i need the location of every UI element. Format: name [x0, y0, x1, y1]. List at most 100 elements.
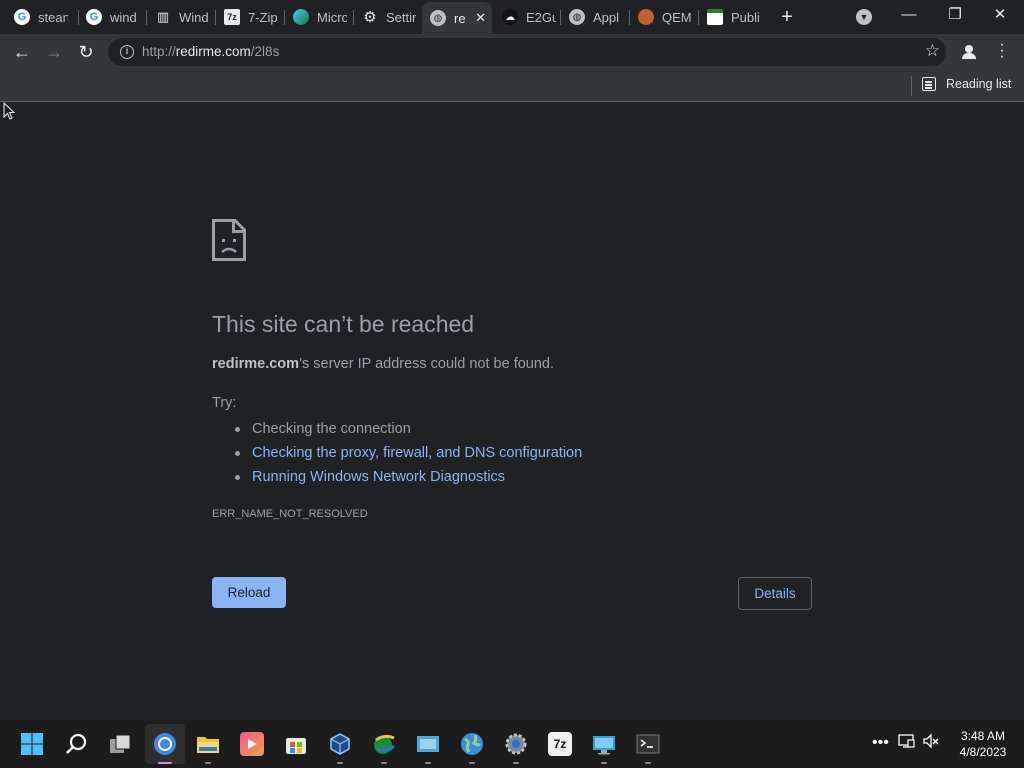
running-indicator	[337, 762, 343, 764]
suggestion-link-proxy[interactable]: Checking the proxy, firewall, and DNS co…	[232, 441, 582, 465]
new-tab-button[interactable]: +	[776, 6, 798, 28]
error-page: This site can’t be reached redirme.com’s…	[0, 103, 1024, 720]
menu-icon[interactable]: · · ·	[994, 37, 1010, 65]
tab-label: QEM	[662, 9, 692, 25]
tab-label: Publi	[731, 9, 760, 25]
details-button[interactable]: Details	[738, 577, 812, 610]
reading-list-icon	[922, 77, 936, 91]
clock-date: 4/8/2023	[959, 745, 1007, 759]
globe-icon: ◍	[569, 9, 585, 25]
mouse-cursor-icon	[3, 102, 15, 120]
tab-public[interactable]: Publi	[699, 4, 765, 30]
system-clock[interactable]: 3:48 AM 4/8/2023	[952, 728, 1014, 760]
reading-list-label: Reading list	[946, 77, 1012, 91]
globe-icon[interactable]	[460, 732, 484, 756]
try-label: Try:	[212, 395, 237, 411]
forward-button[interactable]: →	[42, 40, 66, 64]
running-indicator	[513, 762, 519, 764]
tab-label: 7-Zip	[248, 9, 278, 25]
network-app-icon[interactable]	[372, 732, 396, 756]
reload-icon[interactable]: ↻	[74, 40, 98, 64]
display-icon[interactable]	[898, 732, 916, 753]
error-title: This site can’t be reached	[212, 311, 475, 337]
media-player-icon[interactable]	[240, 732, 264, 756]
restore-icon[interactable]: ❐	[943, 5, 967, 25]
bookmarks-divider	[911, 76, 912, 96]
suggestion-check-connection: Checking the connection	[232, 417, 582, 441]
tab-label: wind	[110, 9, 137, 25]
start-icon[interactable]	[20, 732, 44, 756]
back-button[interactable]: ←	[10, 40, 34, 64]
7zip-icon[interactable]: 7z	[548, 732, 572, 756]
close-window-icon[interactable]: ✕	[988, 5, 1012, 25]
tab-windows-1[interactable]: G wind	[78, 4, 142, 30]
running-indicator	[469, 762, 475, 764]
task-view-icon[interactable]	[108, 732, 132, 756]
file-explorer-icon[interactable]	[196, 732, 220, 756]
tab-label: Wind	[179, 9, 209, 25]
taskbar: 7z ••• 3:48 AM 4/8/2023	[0, 720, 1024, 768]
close-tab-icon[interactable]: ✕	[475, 10, 486, 26]
gear-icon: ⚙	[363, 9, 377, 26]
monitor-app-icon[interactable]	[416, 732, 440, 756]
reload-button[interactable]: Reload	[212, 577, 286, 608]
store-icon[interactable]	[284, 732, 308, 756]
error-host: redirme.com	[212, 356, 300, 372]
bookmarks-bar: Reading list	[0, 70, 1024, 102]
globe-icon: ◍	[430, 10, 446, 26]
tab-label: Settir	[386, 9, 416, 25]
error-code: ERR_NAME_NOT_RESOLVED	[212, 508, 368, 520]
suggestion-list: Checking the connection Checking the pro…	[232, 417, 582, 489]
reading-list-button[interactable]: Reading list	[922, 77, 1011, 91]
suggestion-link-diagnostics[interactable]: Running Windows Network Diagnostics	[232, 465, 582, 489]
tab-active-redirme[interactable]: ◍ re ✕	[422, 2, 492, 34]
google-icon: G	[86, 9, 102, 25]
volume-muted-icon[interactable]	[922, 732, 940, 753]
tab-windows-2[interactable]: ▥ Wind	[147, 4, 211, 30]
active-indicator	[158, 762, 172, 764]
chrome-icon[interactable]	[153, 732, 177, 756]
settings-icon[interactable]	[504, 732, 528, 756]
running-indicator	[601, 762, 607, 764]
url-path: /2l8s	[250, 44, 280, 59]
running-indicator	[205, 762, 211, 764]
search-icon[interactable]	[64, 732, 88, 756]
7zip-icon: 7z	[224, 9, 240, 25]
terminal-icon[interactable]	[636, 732, 660, 756]
tab-e2gu[interactable]: ☁ E2Gu	[494, 4, 558, 30]
minimize-icon[interactable]: —	[897, 5, 921, 25]
tab-label: Micro	[317, 9, 347, 25]
tab-search-icon[interactable]: ▼	[856, 9, 872, 25]
hidden-icons-icon[interactable]: •••	[872, 734, 889, 752]
calendar-icon	[707, 9, 723, 25]
url-host: redirme.com	[175, 44, 251, 59]
profile-icon[interactable]	[958, 41, 980, 63]
tab-label: Appl	[593, 9, 620, 25]
error-desc-suffix: ’s server IP address could not be found.	[299, 356, 555, 372]
bank-icon: ▥	[156, 9, 170, 24]
tab-label: re	[454, 10, 466, 26]
sad-document-icon	[212, 219, 246, 261]
tab-apple[interactable]: ◍ Appl	[561, 4, 627, 30]
tab-settings[interactable]: ⚙ Settir	[354, 4, 420, 30]
tab-microsoft[interactable]: Micro	[285, 4, 351, 30]
edge-icon	[293, 9, 309, 25]
browser-toolbar: ← → ↻ i http://redirme.com/2l8s ☆ · · ·	[0, 34, 1024, 70]
tab-strip: G stean G wind ▥ Wind 7z 7-Zip Micro ⚙ S…	[0, 0, 1024, 34]
tab-label: stean	[38, 9, 68, 25]
tab-steam[interactable]: G stean	[6, 4, 76, 30]
remote-desktop-icon[interactable]	[592, 732, 616, 756]
running-indicator	[381, 762, 387, 764]
address-bar[interactable]: i http://redirme.com/2l8s ☆	[108, 38, 946, 66]
url-prefix: http://	[142, 44, 176, 59]
bookmark-star-icon[interactable]: ☆	[925, 41, 940, 61]
error-description: redirme.com’s server IP address could no…	[212, 356, 554, 372]
tab-7zip[interactable]: 7z 7-Zip	[216, 4, 282, 30]
tab-qemu[interactable]: QEM	[630, 4, 696, 30]
virtualbox-icon[interactable]	[328, 732, 352, 756]
tab-label: E2Gu	[526, 9, 556, 25]
url-text[interactable]: http://redirme.com/2l8s	[142, 44, 279, 59]
google-icon: G	[14, 9, 30, 25]
running-indicator	[645, 762, 651, 764]
info-icon[interactable]: i	[120, 45, 134, 59]
